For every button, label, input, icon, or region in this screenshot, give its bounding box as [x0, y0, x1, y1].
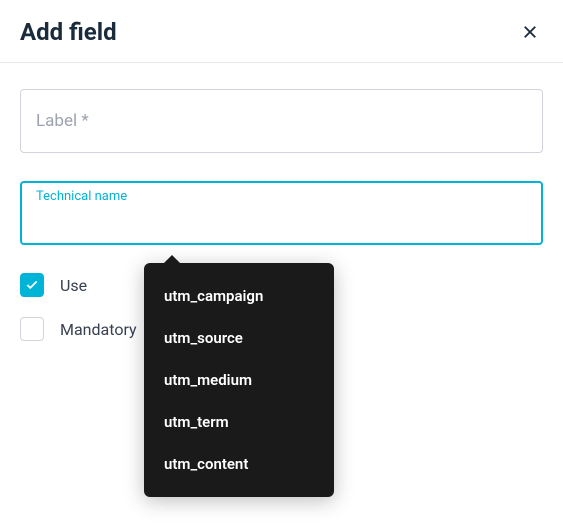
dropdown-item-utm-source[interactable]: utm_source: [144, 317, 334, 359]
dropdown-item-utm-campaign[interactable]: utm_campaign: [144, 275, 334, 317]
close-button[interactable]: [517, 19, 543, 45]
use-checkbox[interactable]: [20, 273, 44, 297]
label-field-group: Label *: [20, 89, 543, 153]
check-icon: [25, 278, 39, 292]
close-icon: [521, 23, 539, 41]
dropdown-item-utm-content[interactable]: utm_content: [144, 443, 334, 485]
technical-name-field-group: Technical name: [20, 181, 543, 245]
mandatory-checkbox[interactable]: [20, 317, 44, 341]
dropdown-item-utm-term[interactable]: utm_term: [144, 401, 334, 443]
mandatory-checkbox-label: Mandatory: [60, 320, 137, 339]
dialog-header: Add field: [0, 0, 563, 63]
technical-name-dropdown: utm_campaign utm_source utm_medium utm_t…: [144, 263, 334, 497]
label-input[interactable]: [20, 89, 543, 153]
dialog-title: Add field: [20, 18, 117, 46]
use-checkbox-label: Use: [60, 276, 87, 295]
technical-name-input[interactable]: [20, 181, 543, 245]
dropdown-item-utm-medium[interactable]: utm_medium: [144, 359, 334, 401]
